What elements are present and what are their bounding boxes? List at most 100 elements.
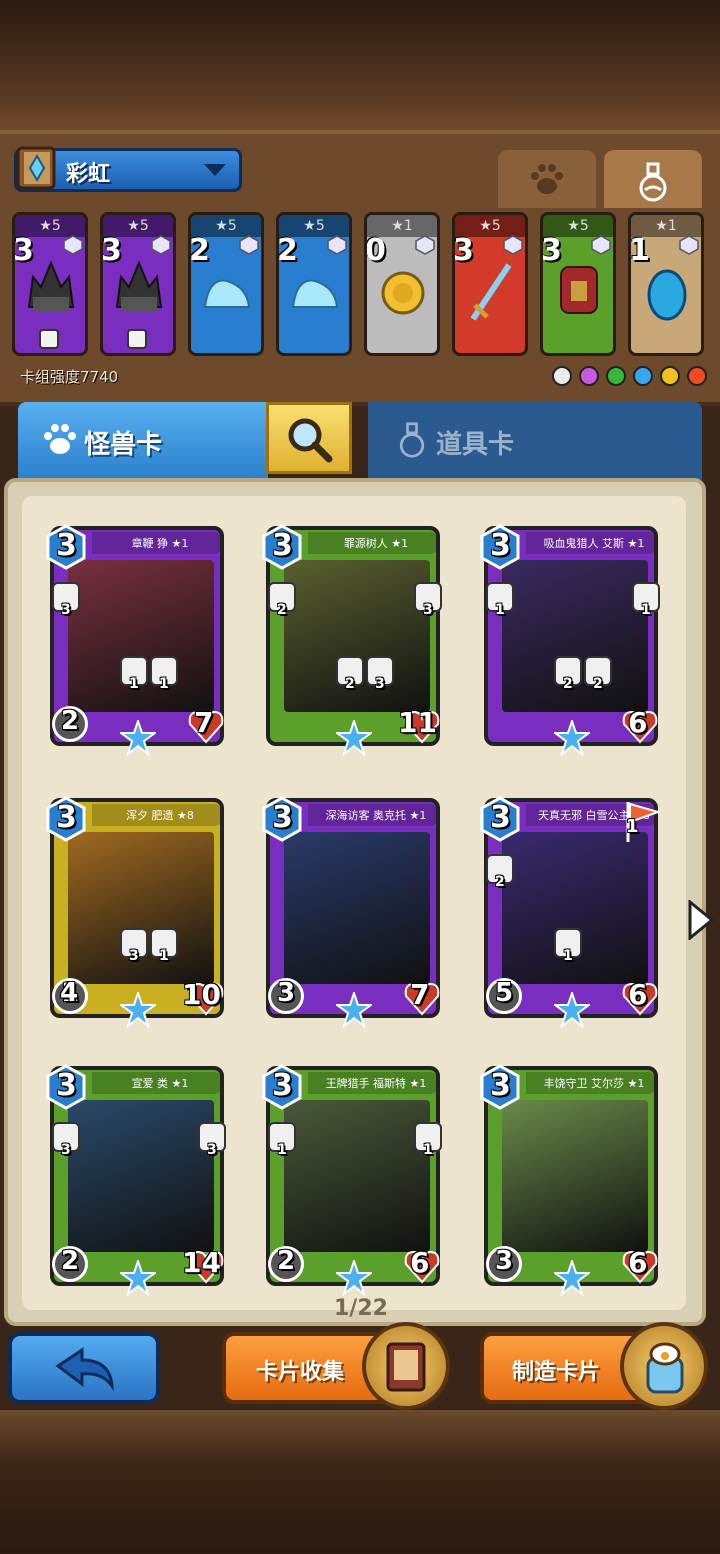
monster-card[interactable]: 章鞭 狰 ★1 3 7 2 1 1 3 xyxy=(46,524,226,760)
glass-slipper-icon xyxy=(203,279,251,308)
faction-icon xyxy=(687,366,707,386)
rarity-gem-icon xyxy=(63,235,83,255)
deck-card[interactable]: ★5 2 xyxy=(188,212,264,356)
monster-card[interactable]: 宣爱 类 ★1 3 14 2 3 3 xyxy=(46,1064,226,1300)
page-indicator: 1/22 xyxy=(334,1296,388,1321)
paw-icon xyxy=(44,424,76,454)
card-health: 7 xyxy=(410,978,430,1011)
ability-value: 1 xyxy=(129,676,139,692)
bottom-wood-frame xyxy=(0,1410,720,1554)
gold-medallion-icon xyxy=(381,271,425,315)
rarity-gem-icon xyxy=(327,235,347,255)
blue-egg-icon xyxy=(647,269,687,321)
card-health: 11 xyxy=(398,706,437,739)
monster-card[interactable]: 罪源树人 ★1 3 11 2 3 2 3 xyxy=(262,524,442,760)
ability-value: 1 xyxy=(159,948,169,964)
card-art xyxy=(68,1100,214,1252)
tab-monster-deck[interactable] xyxy=(498,150,596,208)
potion-icon xyxy=(399,422,425,458)
faction-icon xyxy=(552,366,572,386)
card-name: 宣爱 类 ★1 xyxy=(131,1077,189,1090)
top-wood-frame xyxy=(0,0,720,140)
card-collection-icon[interactable] xyxy=(362,1322,450,1410)
deck-card[interactable]: ★5 3 xyxy=(12,212,88,356)
card-name: 王牌猎手 福斯特 ★1 xyxy=(325,1077,427,1090)
potion-icon xyxy=(639,162,667,202)
card-cost: 3 xyxy=(56,800,77,835)
ability-value: 3 xyxy=(423,602,433,618)
search-button[interactable] xyxy=(266,402,352,474)
ability-value: 1 xyxy=(277,1142,287,1158)
star-icon xyxy=(554,720,590,756)
star-icon xyxy=(336,1260,372,1296)
rarity-gem-icon xyxy=(591,235,611,255)
ability-value: 1 xyxy=(641,602,651,618)
card-health: 6 xyxy=(628,1246,648,1279)
card-cost: 3 xyxy=(56,528,77,563)
ability-value: 1 xyxy=(563,948,573,964)
card-attack: 3 xyxy=(495,1246,514,1276)
star-icon xyxy=(554,1260,590,1296)
faction-icon xyxy=(633,366,653,386)
card-name: 深海访客 奥克托 ★1 xyxy=(325,809,427,822)
card-name: 章鞭 狰 ★1 xyxy=(131,537,189,550)
craft-card-icon[interactable] xyxy=(620,1322,708,1410)
monster-card[interactable]: 天真无邪 白雪公主 ★8 3 6 5 1 2 1 xyxy=(480,796,660,1032)
card-attack: 2 xyxy=(61,1246,80,1276)
card-art xyxy=(284,560,430,712)
ability-value: 1 xyxy=(495,602,505,618)
card-attack: 5 xyxy=(495,978,514,1008)
tab-item-deck[interactable] xyxy=(604,150,702,208)
deck-name: 彩虹 xyxy=(66,162,111,187)
card-cost: 3 xyxy=(272,528,293,563)
faction-icon xyxy=(606,366,626,386)
monster-card[interactable]: 丰饶守卫 艾尔莎 ★1 3 6 3 xyxy=(480,1064,660,1300)
deck-card[interactable]: ★1 1 xyxy=(628,212,704,356)
deck-card[interactable]: ★5 3 xyxy=(100,212,176,356)
monster-card[interactable]: 深海访客 奥克托 ★1 3 7 3 xyxy=(262,796,442,1032)
star-icon xyxy=(336,992,372,1028)
card-health: 6 xyxy=(410,1246,430,1279)
card-art xyxy=(284,1100,430,1252)
card-health: 14 xyxy=(182,1246,221,1279)
card-health: 6 xyxy=(628,706,648,739)
rarity-gem-icon xyxy=(239,235,259,255)
deck-card[interactable]: ★5 3 xyxy=(452,212,528,356)
craft-card-label: 制造卡片 xyxy=(512,1360,601,1385)
deck-card[interactable]: ★5 2 xyxy=(276,212,352,356)
card-collection-label: 卡片收集 xyxy=(256,1360,345,1385)
card-name: 浑夕 肥遗 ★8 xyxy=(126,809,194,822)
ability-value: 1 xyxy=(423,1142,433,1158)
chevron-down-icon[interactable] xyxy=(204,164,226,176)
ability-value: 3 xyxy=(61,1142,71,1158)
tab-item-label: 道具卡 xyxy=(436,430,515,460)
card-cost: 3 xyxy=(272,1068,293,1103)
monster-card[interactable]: 王牌猎手 福斯特 ★1 3 6 2 1 1 xyxy=(262,1064,442,1300)
card-art xyxy=(502,1100,648,1252)
deck-card[interactable]: ★5 3 xyxy=(540,212,616,356)
monster-card[interactable]: 浑夕 肥遗 ★8 3 10 1 4 3 1 xyxy=(46,796,226,1032)
card-cost: 3 xyxy=(490,528,511,563)
spiked-helmet-icon xyxy=(115,260,163,311)
card-name: 吸血鬼猎人 艾斯 ★1 xyxy=(543,537,645,550)
rarity-gem-icon xyxy=(503,235,523,255)
card-attack: 2 xyxy=(61,706,80,736)
card-name: 丰饶守卫 艾尔莎 ★1 xyxy=(543,1077,645,1090)
card-cost: 3 xyxy=(272,800,293,835)
faction-icon xyxy=(660,366,680,386)
next-page-arrow-icon[interactable] xyxy=(686,900,714,940)
faction-icons xyxy=(552,366,707,386)
back-button[interactable] xyxy=(8,1332,160,1404)
armor-icon xyxy=(560,266,598,314)
monster-card[interactable]: 吸血鬼猎人 艾斯 ★1 3 6 2 2 1 1 xyxy=(480,524,660,760)
card-attack: 3 xyxy=(277,978,296,1008)
star-icon xyxy=(554,992,590,1028)
card-name: 罪源树人 ★1 xyxy=(343,537,409,550)
deck-card[interactable]: ★1 0 xyxy=(364,212,440,356)
card-cost: 3 xyxy=(490,800,511,835)
card-art xyxy=(502,832,648,984)
card-art xyxy=(284,832,430,984)
ability-value: 3 xyxy=(375,676,385,692)
ability-value: 2 xyxy=(277,602,287,618)
star-icon xyxy=(120,992,156,1028)
